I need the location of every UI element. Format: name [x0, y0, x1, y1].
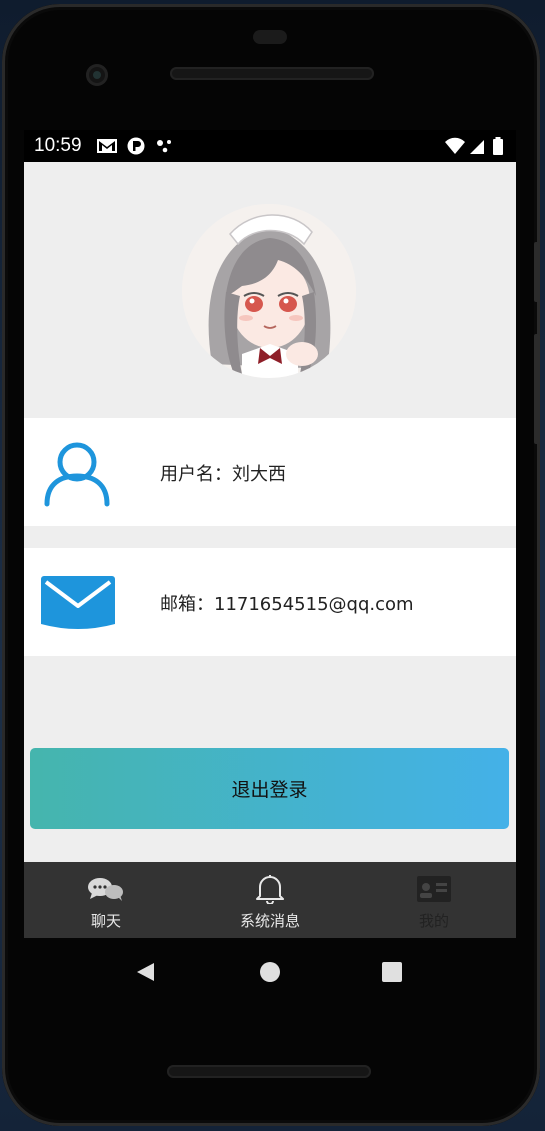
profile-card-icon [417, 876, 451, 902]
system-nav-bar [24, 938, 516, 1008]
profile-page: 用户名：刘大西 邮箱：1171654515@qq.com 退出登录 [24, 162, 516, 862]
username-label: 用户名：刘大西 [160, 464, 286, 485]
earpiece [253, 30, 287, 44]
avatar[interactable] [182, 204, 356, 378]
avatar-image [182, 204, 356, 378]
username-row[interactable]: 用户名：刘大西 [24, 418, 516, 526]
tab-mine[interactable]: 我的 [352, 862, 516, 938]
status-time: 10:59 [34, 135, 82, 156]
status-bar: 10:59 [24, 130, 516, 162]
recents-icon[interactable] [381, 961, 403, 983]
bell-icon [256, 875, 284, 904]
signal-icon [470, 140, 484, 154]
back-icon[interactable] [134, 960, 158, 984]
wifi-icon [445, 137, 465, 154]
user-icon [44, 442, 110, 507]
gmail-icon [97, 139, 117, 153]
email-row[interactable]: 邮箱：1171654515@qq.com [24, 548, 516, 656]
logout-button[interactable]: 退出登录 [30, 748, 509, 829]
bottom-tab-bar: 聊天 系统消息 我的 [24, 862, 516, 938]
app-notification-icon [127, 137, 145, 155]
front-camera [86, 64, 108, 86]
power-button [534, 242, 540, 302]
tab-system-messages[interactable]: 系统消息 [188, 862, 352, 938]
email-label: 邮箱：1171654515@qq.com [160, 594, 414, 615]
tab-chat[interactable]: 聊天 [24, 862, 188, 938]
volume-button [534, 334, 540, 444]
dots-icon [157, 140, 171, 153]
bottom-speaker [167, 1065, 371, 1078]
tab-chat-label: 聊天 [90, 912, 121, 930]
chat-bubbles-icon [88, 878, 123, 901]
mail-icon [41, 576, 115, 629]
top-speaker [170, 67, 374, 80]
tab-mine-label: 我的 [418, 912, 449, 930]
app-screen: 10:59 用户名：刘大西 邮箱：1171654515@qq.com 退出登录 … [24, 130, 516, 938]
battery-icon [493, 137, 503, 155]
home-icon[interactable] [258, 960, 282, 984]
tab-system-messages-label: 系统消息 [239, 912, 300, 930]
